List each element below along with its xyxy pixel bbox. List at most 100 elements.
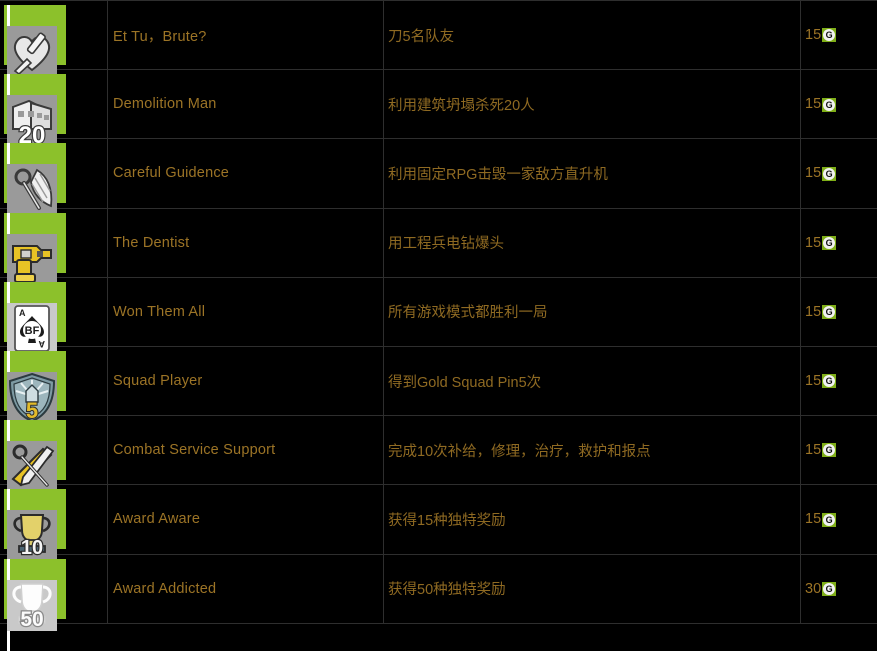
achievement-description: 利用建筑坍塌杀死20人 <box>388 98 535 114</box>
achievement-points-cell: 15 <box>801 277 877 346</box>
achievement-description: 获得15种独特奖励 <box>388 513 506 529</box>
badge-artwork: 20 <box>7 95 57 146</box>
winged-rpg-badge-icon <box>4 143 66 203</box>
gamerscore-g-icon <box>822 236 836 250</box>
achievement-icon-cell <box>0 139 108 208</box>
achievement-points-value: 15 <box>805 374 821 389</box>
achievement-description-cell: 获得15种独特奖励 <box>384 485 801 554</box>
gamerscore-g-icon <box>822 582 836 596</box>
gamerscore-g-icon <box>822 28 836 42</box>
svg-text:10: 10 <box>21 537 43 559</box>
svg-text:A: A <box>38 339 45 349</box>
achievement-points-value: 15 <box>805 512 821 527</box>
achievement-points: 15 <box>805 512 836 527</box>
achievement-points-cell: 30 <box>801 554 877 623</box>
badge-artwork <box>7 441 57 492</box>
achievement-name: Award Aware <box>113 511 200 527</box>
achievement-name-cell: Demolition Man <box>108 70 384 139</box>
achievement-row[interactable]: The Dentist 用工程兵电钻爆头 15 <box>0 208 877 277</box>
achievement-description: 完成10次补给，修理，治疗，救护和报点 <box>388 444 651 460</box>
achievement-name: Careful Guidence <box>113 165 229 181</box>
achievement-points: 15 <box>805 305 836 320</box>
achievement-name-cell: Won Them All <box>108 277 384 346</box>
gamerscore-g-icon <box>822 374 836 388</box>
achievement-description: 所有游戏模式都胜利一局 <box>388 305 548 321</box>
badge-artwork <box>7 26 57 77</box>
achievement-points-value: 15 <box>805 236 821 251</box>
demolition-20-badge-icon: 20 <box>4 74 66 134</box>
wrench-knife-badge-icon <box>4 420 66 480</box>
achievement-name-cell: Careful Guidence <box>108 139 384 208</box>
achievement-name-cell: Award Addicted <box>108 554 384 623</box>
squad-pin-5-badge-icon: 5 <box>4 351 66 411</box>
achievement-description-cell: 刀5名队友 <box>384 1 801 70</box>
achievement-description-cell: 获得50种独特奖励 <box>384 554 801 623</box>
achievement-row[interactable]: Careful Guidence 利用固定RPG击毁一家敌方直升机 15 <box>0 139 877 208</box>
badge-artwork <box>7 164 57 215</box>
achievement-icon-cell: 20 <box>0 70 108 139</box>
achievement-name: Demolition Man <box>113 96 217 112</box>
achievement-name-cell: The Dentist <box>108 208 384 277</box>
achievement-points: 15 <box>805 166 836 181</box>
achievement-row[interactable]: 5 Squad Player 得到Gold Squad Pin5次 15 <box>0 346 877 415</box>
achievement-row[interactable]: 20 Demolition Man 利用建筑坍塌杀死20人 15 <box>0 70 877 139</box>
achievement-points-cell: 15 <box>801 208 877 277</box>
achievement-icon-cell: 50 <box>0 554 108 623</box>
achievement-points: 15 <box>805 97 836 112</box>
achievement-points-value: 15 <box>805 305 821 320</box>
achievement-points-cell: 15 <box>801 416 877 485</box>
achievement-name: The Dentist <box>113 235 189 251</box>
achievement-name-cell: Combat Service Support <box>108 416 384 485</box>
achievement-description: 用工程兵电钻爆头 <box>388 236 504 252</box>
badge-artwork: 50 <box>7 580 57 631</box>
achievement-name: Et Tu，Brute? <box>113 29 206 45</box>
achievement-icon-cell: 10 <box>0 485 108 554</box>
heart-knife-badge-icon <box>4 5 66 65</box>
trophy-10-badge-icon: 10 <box>4 489 66 549</box>
achievement-description-cell: 完成10次补给，修理，治疗，救护和报点 <box>384 416 801 485</box>
badge-artwork <box>7 234 57 285</box>
achievement-row[interactable]: Et Tu，Brute? 刀5名队友 15 <box>0 1 877 70</box>
badge-frame: 50 <box>7 559 63 651</box>
achievement-icon-cell <box>0 416 108 485</box>
achievement-points-cell: 15 <box>801 485 877 554</box>
badge-artwork: 10 <box>7 510 57 561</box>
achievement-row[interactable]: 50 Award Addicted 获得50种独特奖励 30 <box>0 554 877 623</box>
achievement-points-value: 30 <box>805 582 821 597</box>
achievement-icon-cell: A A BF <box>0 277 108 346</box>
gamerscore-g-icon <box>822 98 836 112</box>
achievement-description: 获得50种独特奖励 <box>388 582 506 598</box>
power-drill-badge-icon <box>4 213 66 273</box>
gamerscore-g-icon <box>822 167 836 181</box>
achievement-name: Award Addicted <box>113 581 216 597</box>
achievement-name: Won Them All <box>113 304 205 320</box>
achievement-description-cell: 利用固定RPG击毁一家敌方直升机 <box>384 139 801 208</box>
achievement-name: Squad Player <box>113 373 202 389</box>
achievement-description: 利用固定RPG击毁一家敌方直升机 <box>388 167 608 183</box>
achievement-points-value: 15 <box>805 97 821 112</box>
achievement-name-cell: Award Aware <box>108 485 384 554</box>
achievement-description-cell: 用工程兵电钻爆头 <box>384 208 801 277</box>
achievement-points-cell: 15 <box>801 139 877 208</box>
achievement-points: 15 <box>805 236 836 251</box>
achievement-description: 刀5名队友 <box>388 29 454 45</box>
achievement-points: 15 <box>805 374 836 389</box>
svg-text:BF: BF <box>25 325 40 337</box>
ace-of-spades-bf-badge-icon: AABF <box>4 282 66 342</box>
achievement-points: 15 <box>805 443 836 458</box>
achievement-name-cell: Squad Player <box>108 346 384 415</box>
achievement-points-value: 15 <box>805 166 821 181</box>
achievement-points-value: 15 <box>805 28 821 43</box>
achievement-description: 得到Gold Squad Pin5次 <box>388 375 541 391</box>
badge-artwork: 5 <box>7 372 57 423</box>
achievement-row[interactable]: Combat Service Support完成10次补给，修理，治疗，救护和报… <box>0 416 877 485</box>
achievements-table: Et Tu，Brute? 刀5名队友 15 20 Demolition Man 利用建筑坍… <box>0 0 877 624</box>
svg-text:A: A <box>19 308 26 318</box>
achievement-points-cell: 15 <box>801 346 877 415</box>
achievement-name-cell: Et Tu，Brute? <box>108 1 384 70</box>
achievement-row[interactable]: A A BF Won Them All 所有游戏模式都胜利一局 15 <box>0 277 877 346</box>
achievement-row[interactable]: 10 Award Aware 获得15种独特奖励 15 <box>0 485 877 554</box>
trophy-50-badge-icon: 50 <box>4 559 66 619</box>
gamerscore-g-icon <box>822 443 836 457</box>
achievement-description-cell: 利用建筑坍塌杀死20人 <box>384 70 801 139</box>
